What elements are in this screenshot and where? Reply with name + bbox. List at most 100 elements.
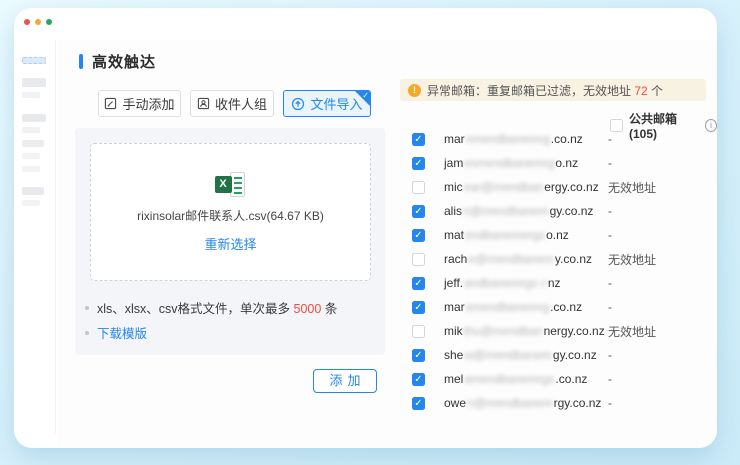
- invalid-count: 72: [634, 84, 647, 98]
- sidebar-item[interactable]: [22, 153, 40, 159]
- recipient-group-icon: [197, 97, 210, 110]
- row-status: -: [608, 132, 612, 146]
- row-status: -: [608, 156, 612, 170]
- maximize-window-icon[interactable]: [46, 19, 52, 25]
- email-row: ✓ jamesmendbanemrgo.nz -: [400, 151, 717, 175]
- bullet-icon: [85, 306, 89, 310]
- blurred-segment: n@mendbanem: [467, 396, 553, 410]
- email-address: melamendbanemrgs.co.nz: [444, 372, 587, 386]
- tab-recipient-group[interactable]: 收件人组: [190, 90, 274, 117]
- row-status: -: [608, 276, 612, 290]
- email-row: mikthu@mendbannergy.co.nz无效地址: [400, 319, 717, 343]
- warning-icon: !: [408, 84, 421, 97]
- add-button[interactable]: 添加: [313, 369, 377, 393]
- row-checkbox[interactable]: [412, 325, 425, 338]
- row-status: 无效地址: [608, 179, 656, 196]
- main-content: 高效触达 手动添加 收件人组: [57, 40, 717, 448]
- tab-manual-add[interactable]: 手动添加: [98, 90, 181, 117]
- row-checkbox[interactable]: ✓: [412, 397, 425, 410]
- row-status: -: [608, 396, 612, 410]
- abnormal-mailbox-banner: ! 异常邮箱：重复邮箱已过滤，无效地址 72 个: [400, 79, 706, 101]
- row-status: -: [608, 348, 612, 362]
- email-row: rache@mendbanemy.co.nz 无效地址: [400, 247, 717, 271]
- download-template-link[interactable]: 下载模版: [97, 323, 147, 342]
- row-status: -: [608, 228, 612, 242]
- row-checkbox[interactable]: ✓: [412, 277, 425, 290]
- email-row: micear@mendbanergy.co.nz 无效地址: [400, 175, 717, 199]
- row-status: -: [608, 300, 612, 314]
- row-checkbox[interactable]: ✓: [412, 157, 425, 170]
- sidebar-item[interactable]: [22, 92, 40, 98]
- tab-label: 手动添加: [122, 94, 174, 113]
- sidebar-item[interactable]: [22, 114, 46, 122]
- row-checkbox[interactable]: ✓: [412, 133, 425, 146]
- email-row: ✓ marnmendbanemrg.co.nz -: [400, 127, 717, 151]
- email-address: alisn@mendbanemgy.co.nz: [444, 204, 593, 218]
- sidebar-item[interactable]: [22, 187, 44, 195]
- uploaded-file-name: rixinsolar邮件联系人.csv(64.67 KB): [137, 207, 324, 224]
- row-checkbox[interactable]: ✓: [412, 301, 425, 314]
- email-address: jamesmendbanemrgo.nz: [444, 156, 578, 170]
- banner-text: 异常邮箱：重复邮箱已过滤，无效地址 72 个: [427, 82, 663, 99]
- title-accent-bar: [79, 54, 83, 69]
- email-row: ✓ marsmendbanemrg.co.nz -: [400, 295, 717, 319]
- row-checkbox[interactable]: ✓: [412, 229, 425, 242]
- row-checkbox[interactable]: [412, 253, 425, 266]
- upload-panel: X rixinsolar邮件联系人.csv(64.67 KB) 重新选择 xls…: [75, 128, 385, 355]
- email-row: ✓ jeff.andbanemrgs cnz -: [400, 271, 717, 295]
- blurred-segment: amendbanemrgs: [464, 372, 554, 386]
- email-address: owen@mendbanemrgy.co.nz: [444, 396, 601, 410]
- row-checkbox[interactable]: ✓: [412, 349, 425, 362]
- close-window-icon[interactable]: [24, 19, 30, 25]
- tab-file-import[interactable]: 文件导入 ✓: [283, 90, 371, 117]
- blurred-segment: thu@mendban: [464, 324, 543, 338]
- email-address: jeff.andbanemrgs cnz: [444, 276, 561, 290]
- email-address: shew@mendbanemgy.co.nz: [444, 348, 597, 362]
- row-checkbox[interactable]: [412, 181, 425, 194]
- row-checkbox[interactable]: ✓: [412, 373, 425, 386]
- row-status: -: [608, 204, 612, 218]
- row-status: 无效地址: [608, 323, 656, 340]
- blurred-segment: w@mendbanem: [464, 348, 552, 362]
- minimize-window-icon[interactable]: [35, 19, 41, 25]
- email-address: rache@mendbanemy.co.nz: [444, 252, 592, 266]
- email-address: matendbanemergso.nz: [444, 228, 569, 242]
- format-tip-row: xls、xlsx、csv格式文件，单次最多 5000 条: [85, 298, 337, 317]
- blurred-segment: nmendbanemrg: [466, 132, 550, 146]
- excel-file-icon: X: [215, 172, 247, 199]
- row-checkbox[interactable]: ✓: [412, 205, 425, 218]
- email-address: micear@mendbanergy.co.nz: [444, 180, 599, 194]
- email-address: marsmendbanemrg.co.nz: [444, 300, 582, 314]
- page-title: 高效触达: [92, 51, 156, 72]
- sidebar-item[interactable]: [22, 78, 46, 87]
- window-controls: [24, 19, 52, 25]
- file-drop-zone[interactable]: X rixinsolar邮件联系人.csv(64.67 KB) 重新选择: [90, 143, 371, 281]
- email-row: ✓melamendbanemrgs.co.nz-: [400, 367, 717, 391]
- blurred-segment: esmendbanemrg: [464, 156, 554, 170]
- email-address: marnmendbanemrg.co.nz: [444, 132, 583, 146]
- sidebar-item-active[interactable]: [22, 57, 46, 64]
- blurred-segment: e@mendbanem: [468, 252, 554, 266]
- email-address: mikthu@mendbannergy.co.nz: [444, 324, 605, 338]
- sidebar-item[interactable]: [22, 140, 44, 147]
- blurred-segment: ear@mendban: [464, 180, 544, 194]
- app-window: 高效触达 手动添加 收件人组: [14, 8, 717, 448]
- reselect-file-link[interactable]: 重新选择: [204, 234, 256, 253]
- max-count: 5000: [294, 302, 322, 316]
- sidebar-skeleton: [14, 40, 56, 433]
- blurred-segment: andbanemrgs c: [464, 276, 547, 290]
- download-template-row: 下载模版: [85, 323, 147, 342]
- email-row: ✓ matendbanemergso.nz -: [400, 223, 717, 247]
- upload-circle-icon: [291, 97, 305, 111]
- email-row: ✓ alisn@mendbanemgy.co.nz -: [400, 199, 717, 223]
- import-mode-tabs: 手动添加 收件人组 文件导入 ✓: [98, 90, 371, 117]
- sidebar-item[interactable]: [22, 200, 40, 206]
- sidebar-item[interactable]: [22, 166, 40, 172]
- edit-square-icon: [104, 97, 117, 110]
- bullet-icon: [85, 331, 89, 335]
- sidebar-item[interactable]: [22, 127, 40, 133]
- email-row: ✓ owen@mendbanemrgy.co.nz-: [400, 391, 717, 415]
- tab-label: 收件人组: [215, 94, 267, 113]
- row-status: 无效地址: [608, 251, 656, 268]
- blurred-segment: n@mendbanem: [463, 204, 549, 218]
